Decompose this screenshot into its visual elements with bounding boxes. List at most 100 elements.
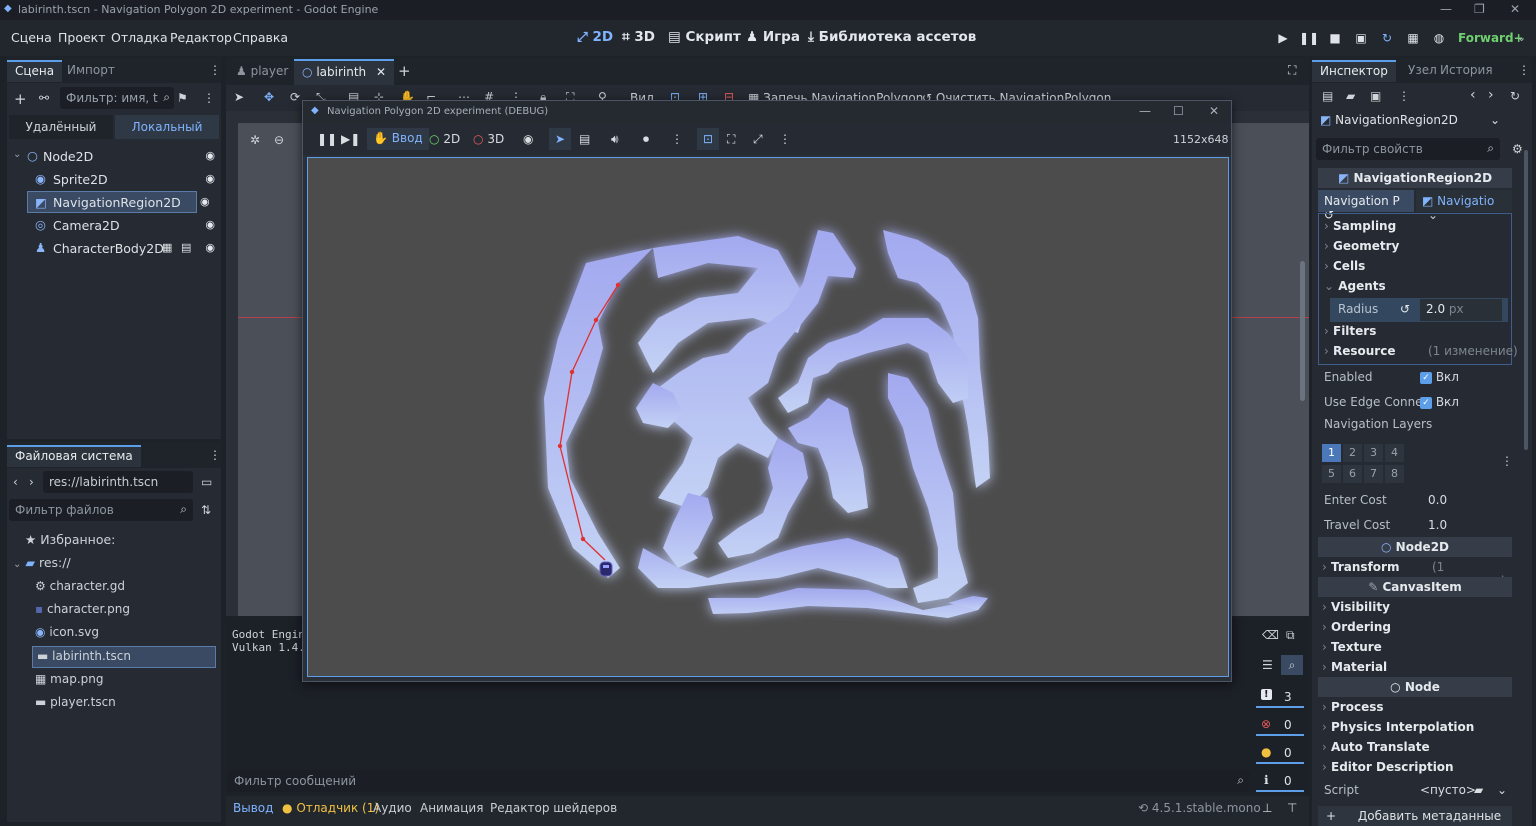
dock-menu-icon[interactable]: ⋮: [1518, 63, 1530, 77]
close-window-icon[interactable]: ✕: [1510, 2, 1520, 16]
move-tool-icon[interactable]: ✥: [264, 90, 274, 104]
layer-3[interactable]: 3: [1364, 444, 1383, 462]
tab-inspector[interactable]: Инспектор: [1312, 60, 1396, 82]
favorites-item[interactable]: ★ Избранное:: [25, 532, 115, 547]
next-frame-icon[interactable]: ▶❚: [341, 132, 360, 146]
tab-labirinth[interactable]: ○ labirinth ✕: [294, 59, 395, 85]
more-icon[interactable]: ⋮: [1398, 89, 1410, 103]
fit-icon[interactable]: ⛶: [727, 132, 735, 147]
revert-icon[interactable]: ↺: [1400, 302, 1410, 316]
renderer-selector[interactable]: Forward+: [1458, 31, 1524, 45]
section-resource[interactable]: › Resource (1 изменение): [1324, 344, 1518, 364]
file-item[interactable]: ▪ character.png: [35, 602, 130, 616]
list-select-icon[interactable]: ▤: [579, 132, 590, 146]
layer-5[interactable]: 5: [1322, 465, 1341, 483]
section-sampling[interactable]: › Sampling: [1324, 219, 1518, 239]
tree-item-characterbody2d[interactable]: ♟ CharacterBody2D ▦ ▤ ◉: [7, 237, 221, 259]
layer-4[interactable]: 4: [1385, 444, 1404, 462]
search-icon[interactable]: ⌕: [1281, 655, 1303, 675]
select-tool-icon[interactable]: ➤: [549, 128, 571, 150]
mode-2d-button[interactable]: ⤢ 2D: [577, 29, 613, 45]
chevron-down-icon[interactable]: ⌄: [13, 149, 21, 160]
menu-editor[interactable]: Редактор: [170, 30, 232, 45]
dock-menu-icon[interactable]: ⋮: [209, 448, 221, 462]
tree-item-camera2d[interactable]: ◎ Camera2D ◉: [7, 214, 221, 236]
tab-animation[interactable]: Анимация: [420, 801, 483, 815]
eye-icon[interactable]: ◉: [205, 149, 215, 162]
more-icon[interactable]: ⋮: [671, 132, 683, 146]
file-item[interactable]: ▬ player.tscn: [35, 695, 116, 709]
property-settings-icon[interactable]: ⚙: [1512, 142, 1523, 156]
expand-panel-icon[interactable]: ⊤: [1287, 801, 1297, 815]
layer-8[interactable]: 8: [1385, 465, 1404, 483]
counter-info[interactable]: ℹ0: [1256, 770, 1304, 792]
section-geometry[interactable]: › Geometry: [1324, 239, 1518, 259]
asset-library-button[interactable]: ⤓ Библиотека ассетов: [808, 29, 976, 45]
dock-menu-icon[interactable]: ⋮: [209, 63, 221, 77]
section-editor-description[interactable]: › Editor Description: [1322, 760, 1516, 780]
navigation-polygon-resource-button[interactable]: Navigation P ↺: [1318, 190, 1414, 222]
split-view-icon[interactable]: ▭: [201, 475, 212, 489]
add-tab-icon[interactable]: +: [398, 62, 411, 80]
object-selector[interactable]: ◩ NavigationRegion2D ⌄: [1316, 110, 1502, 132]
tab-audio[interactable]: Аудио: [373, 801, 412, 815]
section-auto-translate[interactable]: › Auto Translate: [1322, 740, 1516, 760]
pause-icon[interactable]: ❚❚: [1299, 28, 1319, 48]
minimize-icon[interactable]: —: [1440, 2, 1452, 16]
section-filters[interactable]: › Filters: [1324, 324, 1518, 344]
inspector-scrollbar[interactable]: [1524, 150, 1528, 450]
menu-project[interactable]: Проект: [58, 30, 106, 45]
pause-icon[interactable]: ❚❚: [317, 132, 337, 146]
audio-icon[interactable]: 🔊︎: [611, 132, 619, 147]
history-forward-icon[interactable]: ›: [1488, 87, 1494, 103]
vertical-scrollbar[interactable]: [1300, 261, 1305, 401]
tab-shader-editor[interactable]: Редактор шейдеров: [490, 801, 617, 815]
more-icon[interactable]: ⋮: [779, 132, 791, 146]
distraction-free-icon[interactable]: ⛶: [1288, 63, 1296, 78]
center-icon[interactable]: ✲: [250, 133, 260, 147]
file-item[interactable]: ◉ icon.svg: [35, 625, 99, 639]
add-metadata-button[interactable]: + Добавить метаданные: [1318, 806, 1512, 826]
section-agents[interactable]: ⌄ Agents: [1324, 279, 1518, 299]
layers-menu-icon[interactable]: ⋮: [1501, 454, 1513, 468]
eye-icon[interactable]: ◉: [205, 218, 215, 231]
menu-scene[interactable]: Сцена: [11, 30, 52, 45]
camera-icon[interactable]: ⏺: [643, 132, 649, 147]
remote-debug-icon[interactable]: ▣: [1351, 28, 1371, 48]
maximize-icon[interactable]: ☐: [1173, 104, 1184, 118]
select-tool-icon[interactable]: ➤: [234, 90, 244, 104]
enabled-checkbox[interactable]: ✓ Вкл: [1420, 370, 1459, 384]
history-back-icon[interactable]: ‹: [1470, 87, 1476, 103]
file-item[interactable]: ⚙ character.gd: [35, 579, 125, 593]
mode-game-button[interactable]: ♟ Игра: [746, 29, 800, 45]
tab-scene[interactable]: Сцена: [7, 60, 63, 82]
navigation-polygon-resource-picker[interactable]: ◩ Navigatio ⌄: [1416, 190, 1512, 222]
pin-icon[interactable]: ⊥: [1262, 801, 1272, 815]
section-physics-interpolation[interactable]: › Physics Interpolation: [1322, 720, 1516, 740]
message-filter-input[interactable]: Фильтр сообщений ⌕: [228, 770, 1250, 792]
use-edge-connections-checkbox[interactable]: ✓ Вкл: [1420, 395, 1459, 409]
mode-3d-button[interactable]: ⌗ 3D: [622, 29, 655, 45]
mode-script-button[interactable]: ▤ Скрипт: [668, 29, 741, 45]
section-cells[interactable]: › Cells: [1324, 259, 1518, 279]
tab-player[interactable]: ♟ player: [230, 61, 294, 85]
sort-icon[interactable]: ⇅: [201, 503, 211, 517]
tab-debugger[interactable]: ● Отладчик (1): [282, 801, 379, 815]
counter-errors[interactable]: ⊗ 0: [1256, 714, 1304, 736]
input-mode-button[interactable]: ✋ Ввод: [367, 128, 429, 150]
stop-icon[interactable]: ■: [1325, 28, 1345, 48]
eye-icon[interactable]: ◉: [200, 195, 210, 208]
movie-icon[interactable]: ◍: [1429, 28, 1449, 48]
layer-7[interactable]: 7: [1364, 465, 1383, 483]
mode-3d-button[interactable]: ○ 3D: [473, 132, 504, 146]
copy-icon[interactable]: ⧉: [1286, 628, 1295, 643]
tab-history[interactable]: История: [1432, 60, 1501, 82]
section-texture[interactable]: › Texture: [1322, 640, 1516, 660]
game-viewport[interactable]: [307, 157, 1229, 677]
counter-warnings[interactable]: ● 0: [1256, 742, 1304, 764]
link-icon[interactable]: ⚯: [39, 91, 49, 105]
tree-item-node2d[interactable]: ⌄ ○ Node2D ◉: [7, 145, 221, 167]
forward-icon[interactable]: ›: [29, 475, 34, 489]
history-icon[interactable]: ↻: [1510, 89, 1520, 103]
collapse-icon[interactable]: ☰: [1262, 658, 1273, 672]
